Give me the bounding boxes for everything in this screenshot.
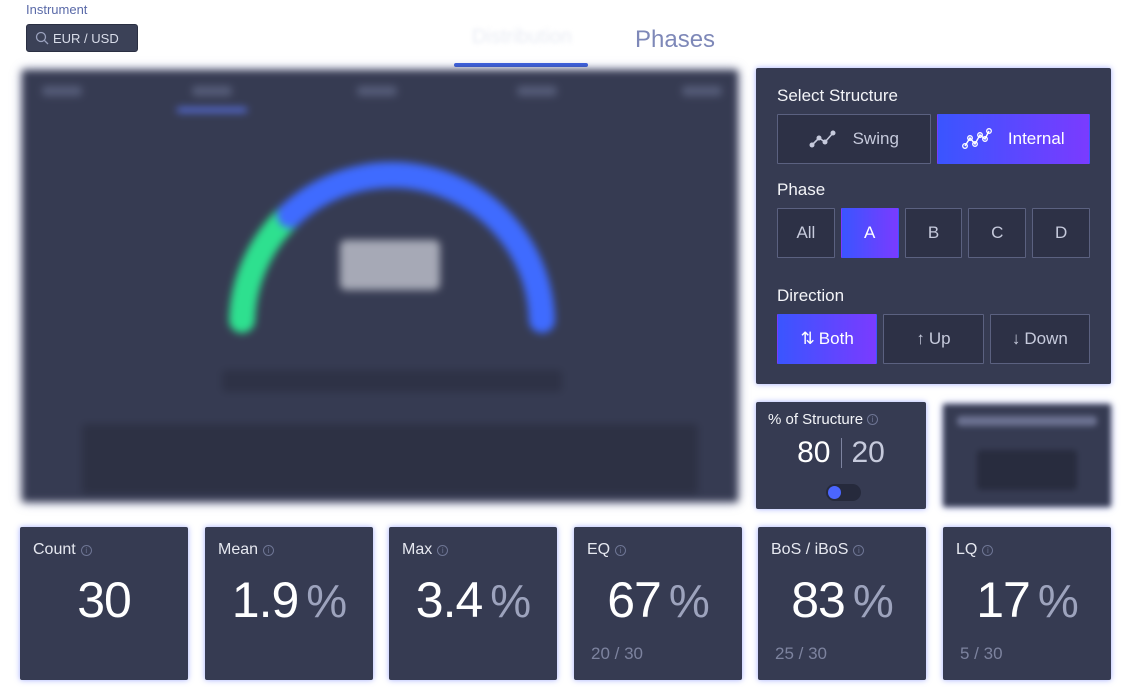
search-icon <box>35 31 49 45</box>
stat-value: 1.9 <box>231 572 300 628</box>
percent-structure-toggle[interactable] <box>826 484 861 501</box>
instrument-value: EUR / USD <box>53 30 119 46</box>
stat-value: 30 <box>77 572 132 628</box>
phase-all-button[interactable]: All <box>777 208 835 258</box>
gauge-value-blurred <box>340 240 440 290</box>
stat-card-max: Max i 3.4% <box>389 527 557 680</box>
stat-title: BoS / iBoS <box>771 541 849 558</box>
structure-internal-button[interactable]: Internal <box>936 114 1090 164</box>
stat-value: 17 <box>976 572 1031 628</box>
direction-up-label: Up <box>928 329 951 348</box>
arrow-up-icon: ↑ <box>916 329 925 348</box>
stat-title: Count <box>33 541 76 558</box>
stat-unit: % <box>490 575 531 627</box>
blurred-legend <box>222 370 562 392</box>
info-icon[interactable]: i <box>263 544 275 556</box>
stat-card-lq: LQ i 17% 5 / 30 <box>943 527 1111 680</box>
stat-subtext: 5 / 30 <box>960 644 1003 663</box>
stat-unit: % <box>306 575 347 627</box>
arrows-up-down-icon: ⇅ <box>800 329 815 348</box>
stat-value: 3.4 <box>415 572 484 628</box>
stat-title: EQ <box>587 541 611 558</box>
structure-filter-panel: Select Structure Swing Internal Phase Al… <box>756 68 1111 384</box>
blurred-subtabs <box>22 82 738 112</box>
stat-title: Mean <box>218 541 259 558</box>
stat-subtext: 25 / 30 <box>775 644 827 663</box>
stat-card-mean: Mean i 1.9% <box>205 527 373 680</box>
instrument-select[interactable]: EUR / USD <box>26 24 138 52</box>
structure-internal-label: Internal <box>1007 129 1065 148</box>
stat-unit: % <box>668 575 710 627</box>
stat-title: Max <box>402 541 433 558</box>
phase-c-button[interactable]: C <box>968 208 1027 258</box>
blurred-table <box>82 424 698 494</box>
stat-value: 67 <box>607 572 662 628</box>
structure-swing-label: Swing <box>852 129 899 148</box>
stat-card-eq: EQ i 67% 20 / 30 <box>574 527 742 680</box>
stat-unit: % <box>1037 575 1079 627</box>
stat-card-bos: BoS / iBoS i 83% 25 / 30 <box>758 527 926 680</box>
select-structure-label: Select Structure <box>777 86 898 105</box>
direction-both-button[interactable]: ⇅ Both <box>777 314 878 364</box>
info-icon[interactable]: i <box>853 544 865 556</box>
direction-up-button[interactable]: ↑ Up <box>883 314 984 364</box>
info-icon[interactable]: i <box>982 544 994 556</box>
direction-down-button[interactable]: ↓ Down <box>989 314 1090 364</box>
stat-subtext: 20 / 30 <box>591 644 643 663</box>
tab-active-underline <box>454 63 588 67</box>
direction-both-label: Both <box>818 329 854 348</box>
swing-chart-icon <box>809 130 836 148</box>
direction-down-label: Down <box>1024 329 1068 348</box>
phase-b-button[interactable]: B <box>904 208 963 258</box>
toggle-knob <box>828 486 841 499</box>
stat-card-count: Count i 30 <box>20 527 188 680</box>
stat-title: LQ <box>956 541 978 558</box>
info-icon[interactable]: i <box>615 544 627 556</box>
tab-phases[interactable]: Phases <box>635 26 715 54</box>
phase-label: Phase <box>777 180 826 199</box>
structure-swing-button[interactable]: Swing <box>777 114 931 164</box>
instrument-label: Instrument <box>26 2 88 17</box>
info-icon[interactable]: i <box>437 544 449 556</box>
percent-structure-left: 80 <box>797 436 831 469</box>
direction-label: Direction <box>777 286 845 305</box>
phase-d-button[interactable]: D <box>1032 208 1090 258</box>
phase-a-button[interactable]: A <box>840 208 899 258</box>
arrow-down-icon: ↓ <box>1011 329 1021 348</box>
stat-value: 83 <box>791 572 846 628</box>
blurred-side-card <box>943 404 1111 507</box>
distribution-panel-blurred <box>22 70 738 502</box>
tab-distribution[interactable]: Distribution <box>455 26 589 49</box>
info-icon[interactable]: i <box>867 414 879 425</box>
percent-structure-title: % of Structure <box>768 411 864 428</box>
info-icon[interactable]: i <box>80 544 92 556</box>
internal-chart-icon <box>961 128 992 149</box>
percent-structure-right: 20 <box>851 436 885 469</box>
percent-divider <box>840 438 842 468</box>
stat-unit: % <box>852 575 894 627</box>
